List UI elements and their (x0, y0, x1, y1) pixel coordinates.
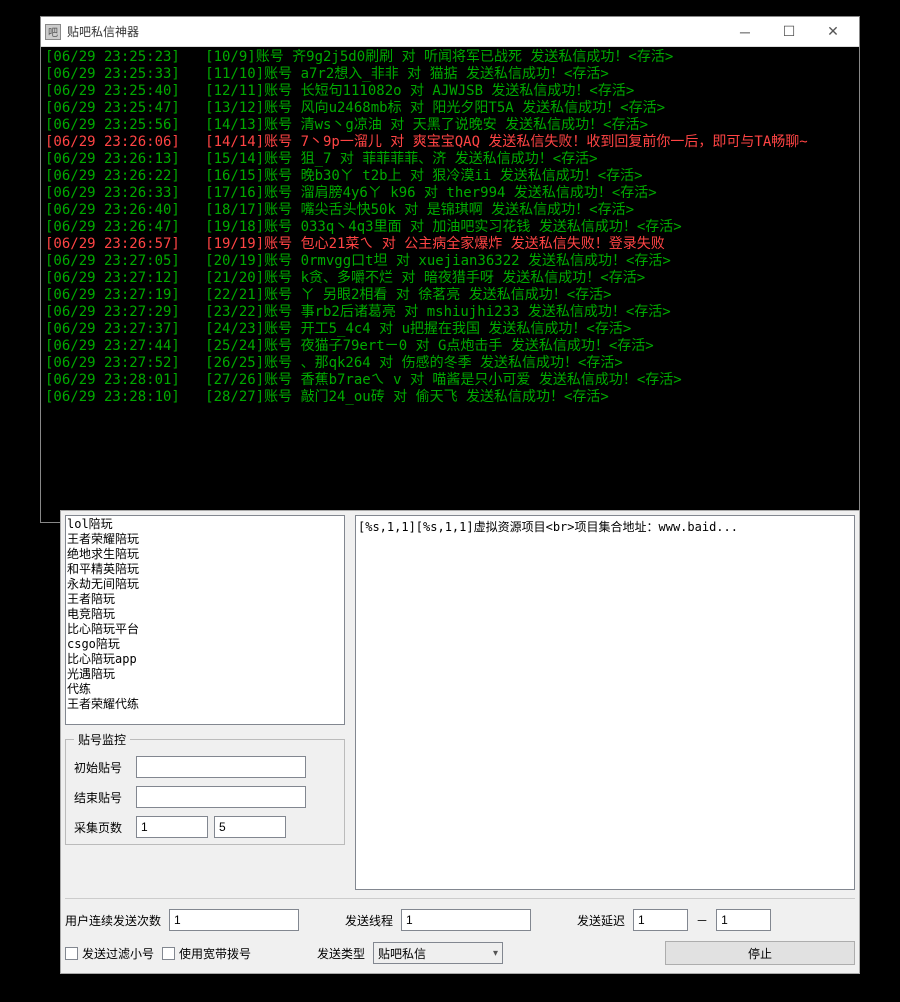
log-line: [06/29 23:27:52] [26/25]账号 、那qk264 对 伤感的… (45, 355, 855, 372)
log-line: [06/29 23:25:40] [12/11]账号 长短句111082o 对 … (45, 83, 855, 100)
threads-label: 发送线程 (345, 912, 393, 929)
end-post-label: 结束贴号 (74, 789, 130, 806)
log-line: [06/29 23:27:44] [25/24]账号 夜猫子79ertㄧ0 对 … (45, 338, 855, 355)
delay-to-input[interactable] (716, 909, 771, 931)
message-template-box[interactable]: [%s,1,1][%s,1,1]虚拟资源项目<br>项目集合地址：www.bai… (355, 515, 855, 890)
list-item[interactable]: 王者荣耀代练 (67, 697, 343, 712)
list-item[interactable]: 光遇陪玩 (67, 667, 343, 682)
titlebar[interactable]: 吧 贴吧私信神器 ─ ☐ ✕ (41, 17, 859, 47)
list-item[interactable]: csgo陪玩 (67, 637, 343, 652)
log-line: [06/29 23:27:29] [23/22]账号 事rb2后诸葛亮 对 ms… (45, 304, 855, 321)
pages-from-input[interactable] (136, 816, 208, 838)
filter-checkbox[interactable]: 发送过滤小号 (65, 945, 154, 962)
list-item[interactable]: 代练 (67, 682, 343, 697)
list-item[interactable]: 王者陪玩 (67, 592, 343, 607)
delay-label: 发送延迟 (577, 912, 625, 929)
stop-button[interactable]: 停止 (665, 941, 855, 965)
window-title: 贴吧私信神器 (67, 23, 723, 40)
log-line: [06/29 23:27:37] [24/23]账号 开工5_4c4 对 u把握… (45, 321, 855, 338)
list-item[interactable]: 比心陪玩app (67, 652, 343, 667)
settings-panel: lol陪玩王者荣耀陪玩绝地求生陪玩和平精英陪玩永劫无间陪玩王者陪玩电竞陪玩比心陪… (60, 510, 860, 974)
log-line: [06/29 23:28:01] [27/26]账号 香蕉b7raeㄟ v 对 … (45, 372, 855, 389)
log-line: [06/29 23:26:33] [17/16]账号 溜肩膀4y6ㄚ k96 对… (45, 185, 855, 202)
send-type-select[interactable]: 贴吧私信 ▾ (373, 942, 503, 964)
dial-checkbox[interactable]: 使用宽带拨号 (162, 945, 251, 962)
list-item[interactable]: 电竞陪玩 (67, 607, 343, 622)
list-item[interactable]: 绝地求生陪玩 (67, 547, 343, 562)
log-line: [06/29 23:25:56] [14/13]账号 清ws丶g凉油 对 天黑了… (45, 117, 855, 134)
delay-dash: － (696, 912, 708, 929)
list-item[interactable]: 和平精英陪玩 (67, 562, 343, 577)
minimize-button[interactable]: ─ (723, 18, 767, 46)
list-item[interactable]: lol陪玩 (67, 517, 343, 532)
start-post-input[interactable] (136, 756, 306, 778)
threads-input[interactable] (401, 909, 531, 931)
log-line: [06/29 23:26:40] [18/17]账号 嘴尖舌头快50k 对 是锦… (45, 202, 855, 219)
pages-to-input[interactable] (214, 816, 286, 838)
console-window: 吧 贴吧私信神器 ─ ☐ ✕ [06/29 23:25:23] [10/9]账号… (40, 16, 860, 523)
log-line: [06/29 23:25:23] [10/9]账号 齐9g2j5d0刷刷 对 听… (45, 49, 855, 66)
maximize-button[interactable]: ☐ (767, 18, 811, 46)
send-count-input[interactable] (169, 909, 299, 931)
log-line: [06/29 23:26:47] [19/18]账号 033q丶4q3里面 对 … (45, 219, 855, 236)
log-line: [06/29 23:27:05] [20/19]账号 0rmvgg口t坦 对 x… (45, 253, 855, 270)
log-line: [06/29 23:26:06] [14/14]账号 7丶9p一溜儿 对 爽宝宝… (45, 134, 855, 151)
log-console[interactable]: [06/29 23:25:23] [10/9]账号 齐9g2j5d0刷刷 对 听… (41, 47, 859, 522)
log-line: [06/29 23:26:13] [15/14]账号 狙_7 对 菲菲菲菲、济 … (45, 151, 855, 168)
start-post-label: 初始贴号 (74, 759, 130, 776)
log-line: [06/29 23:25:47] [13/12]账号 风向u2468mb标 对 … (45, 100, 855, 117)
log-line: [06/29 23:28:10] [28/27]账号 敲门24_ou砖 对 偷天… (45, 389, 855, 406)
monitor-fieldset: 贴号监控 初始贴号 结束贴号 采集页数 (65, 731, 345, 845)
send-count-label: 用户连续发送次数 (65, 912, 161, 929)
app-icon: 吧 (45, 24, 61, 40)
log-line: [06/29 23:25:33] [11/10]账号 a7r2想入_非非 对 猫… (45, 66, 855, 83)
close-button[interactable]: ✕ (811, 18, 855, 46)
send-type-label: 发送类型 (317, 945, 365, 962)
log-line: [06/29 23:27:12] [21/20]账号 k贪、多嚼不烂 对 暗夜猎… (45, 270, 855, 287)
log-line: [06/29 23:26:22] [16/15]账号 晚b30ㄚ t2b上 对 … (45, 168, 855, 185)
keyword-listbox[interactable]: lol陪玩王者荣耀陪玩绝地求生陪玩和平精英陪玩永劫无间陪玩王者陪玩电竞陪玩比心陪… (65, 515, 345, 725)
pages-label: 采集页数 (74, 819, 130, 836)
list-item[interactable]: 永劫无间陪玩 (67, 577, 343, 592)
chevron-down-icon: ▾ (493, 948, 498, 959)
log-line: [06/29 23:27:19] [22/21]账号 ㄚ 另眼2相看 对 徐茗亮… (45, 287, 855, 304)
monitor-legend: 贴号监控 (74, 731, 130, 748)
list-item[interactable]: 比心陪玩平台 (67, 622, 343, 637)
log-line: [06/29 23:26:57] [19/19]账号 包心21菜ㄟ 对 公主病全… (45, 236, 855, 253)
delay-from-input[interactable] (633, 909, 688, 931)
end-post-input[interactable] (136, 786, 306, 808)
list-item[interactable]: 王者荣耀陪玩 (67, 532, 343, 547)
